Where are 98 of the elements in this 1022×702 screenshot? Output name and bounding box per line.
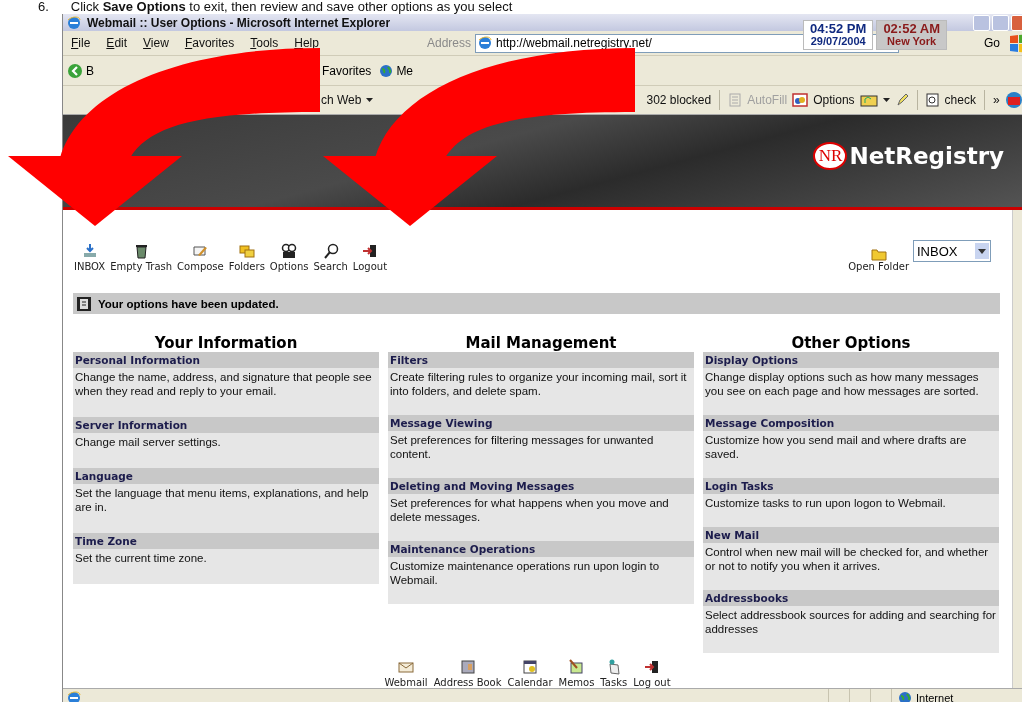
toolbar-label: AutoFill bbox=[747, 93, 788, 107]
option-description: Change display options such as how many messages you see on each page and how messages are sorted. bbox=[703, 368, 999, 415]
option-link[interactable]: Personal Information bbox=[73, 352, 379, 368]
notepad-icon bbox=[568, 659, 585, 675]
option-description: Customize tasks to run upon logon to Webmail. bbox=[703, 494, 999, 527]
globe-icon[interactable] bbox=[898, 691, 912, 702]
option-link[interactable]: Server Information bbox=[73, 417, 379, 433]
nav-button[interactable]: Empty Trash bbox=[109, 243, 174, 273]
toolbar-label[interactable]: 302 blocked bbox=[646, 93, 712, 107]
caret-icon[interactable] bbox=[366, 98, 374, 102]
menu-item[interactable]: View bbox=[135, 36, 177, 50]
caret-icon[interactable] bbox=[882, 98, 890, 102]
picture-frame-icon bbox=[792, 93, 809, 107]
option-description: Set the current time zone. bbox=[73, 549, 379, 584]
option-link[interactable]: New Mail bbox=[703, 527, 999, 543]
option-link[interactable]: Login Tasks bbox=[703, 478, 999, 494]
go-button[interactable]: Go bbox=[984, 36, 1000, 50]
nav-button[interactable]: Webmail bbox=[383, 659, 429, 688]
nav-button[interactable]: Memos bbox=[557, 659, 596, 688]
open-folder-button[interactable]: Open Folder bbox=[848, 248, 909, 273]
nav-button[interactable]: Log out bbox=[632, 659, 672, 688]
notice-icon bbox=[76, 295, 92, 312]
toolbar-label[interactable]: » bbox=[992, 93, 1000, 107]
option-description: Create filtering rules to organize your incoming mail, sort it into folders, and delete spam. bbox=[388, 368, 694, 415]
folder-dropdown[interactable]: INBOX bbox=[913, 240, 991, 263]
option-description: Control when new mail will be checked for, and whether or not to notify you when it arrives. bbox=[703, 543, 999, 590]
pdf-globe-icon[interactable] bbox=[1004, 91, 1022, 109]
envelope-icon bbox=[398, 659, 414, 675]
option-description: Set preferences for what happens when you move and delete messages. bbox=[388, 494, 694, 541]
option-description: Change mail server settings. bbox=[73, 433, 379, 468]
option-link[interactable]: Message Composition bbox=[703, 415, 999, 431]
zone-label: Internet bbox=[916, 692, 954, 702]
browser-logo-icon bbox=[478, 36, 492, 50]
nav-button[interactable]: Logout bbox=[351, 243, 389, 273]
column-title: Your Information bbox=[153, 334, 299, 352]
menu-item[interactable]: Edit bbox=[98, 36, 136, 50]
option-link[interactable]: Message Viewing bbox=[388, 415, 694, 431]
nav-button[interactable]: Calendar bbox=[506, 659, 554, 688]
option-link[interactable]: Maintenance Operations bbox=[388, 541, 694, 557]
door-arrow-icon bbox=[361, 243, 378, 260]
nav-button[interactable]: Search bbox=[312, 243, 349, 273]
option-link[interactable]: Filters bbox=[388, 352, 694, 368]
address-card-icon bbox=[459, 659, 476, 675]
tray-icon bbox=[81, 243, 98, 260]
door-arrow-icon bbox=[643, 659, 660, 675]
form-icon bbox=[728, 93, 743, 107]
option-link[interactable]: Addressbooks bbox=[703, 590, 999, 606]
toolbar-button[interactable]: Me bbox=[396, 63, 414, 78]
instruction-text: Click Save Options to exit, then review and save other options as you select bbox=[70, 0, 513, 14]
logo-mark: NR bbox=[813, 142, 848, 170]
option-link[interactable]: Display Options bbox=[703, 352, 999, 368]
option-description: Change the name, address, and signature that people see when they read and reply to your email. bbox=[73, 368, 379, 417]
calendar-icon bbox=[522, 659, 538, 675]
option-description: Set preferences for filtering messages for unwanted content. bbox=[388, 431, 694, 478]
browser-logo-icon bbox=[67, 691, 81, 702]
option-description: Set the language that menu items, explanations, and help are in. bbox=[73, 484, 379, 533]
toolbar-label[interactable]: ch Web bbox=[321, 93, 362, 107]
option-description: Customize how you send mail and where drafts are saved. bbox=[703, 431, 999, 478]
step-number: 6. bbox=[38, 0, 49, 14]
browser-logo-icon bbox=[67, 15, 81, 30]
menu-item[interactable]: File bbox=[63, 36, 99, 50]
search-icon bbox=[322, 243, 339, 260]
menu-item[interactable]: Favorites bbox=[176, 36, 243, 50]
binoculars-icon bbox=[281, 243, 298, 260]
clock-label: 29/07/2004 bbox=[810, 35, 866, 48]
nav-button[interactable]: Options bbox=[268, 243, 310, 273]
clock-time: 04:52 PM bbox=[810, 22, 867, 35]
window-title: Webmail :: User Options - Microsoft Internet Explorer bbox=[87, 15, 391, 30]
option-description: Select addressbook sources for adding and searching for addresses bbox=[703, 606, 999, 653]
nav-button[interactable]: INBOX bbox=[73, 243, 107, 273]
menu-item[interactable]: Help bbox=[286, 36, 327, 50]
menu-item[interactable]: Tools bbox=[242, 36, 287, 50]
column-title: Other Options bbox=[790, 334, 912, 352]
toolbar-label[interactable]: check bbox=[944, 93, 976, 107]
nav-button[interactable]: Address Book bbox=[432, 659, 503, 688]
clock-time: 02:52 AM bbox=[883, 22, 940, 35]
option-link[interactable]: Deleting and Moving Messages bbox=[388, 478, 694, 494]
media-globe-icon[interactable] bbox=[379, 63, 394, 78]
option-description: Customize maintenance operations run upon login to Webmail. bbox=[388, 557, 694, 604]
trash-can-icon bbox=[133, 243, 150, 260]
magnifier-page-icon bbox=[925, 93, 940, 107]
back-icon[interactable] bbox=[67, 62, 83, 79]
folder-icon bbox=[870, 248, 887, 262]
nav-button[interactable]: Folders bbox=[227, 243, 266, 273]
logo-name: NetRegistry bbox=[849, 143, 1004, 169]
folders-icon bbox=[238, 243, 255, 260]
toolbar-button[interactable]: B bbox=[86, 63, 94, 78]
address-label: Address bbox=[426, 36, 472, 50]
caret-icon bbox=[978, 248, 986, 254]
notice-text: Your options have been updated. bbox=[98, 297, 279, 310]
toolbar-label[interactable]: Options bbox=[813, 93, 855, 107]
nav-button[interactable]: Tasks bbox=[599, 659, 629, 688]
nav-button[interactable]: Compose bbox=[176, 243, 225, 273]
column-title: Mail Management bbox=[464, 334, 618, 352]
highlighter-icon[interactable] bbox=[894, 93, 909, 107]
option-link[interactable]: Time Zone bbox=[73, 533, 379, 549]
toolbar-button[interactable]: Favorites bbox=[322, 63, 372, 78]
option-link[interactable]: Language bbox=[73, 468, 379, 484]
